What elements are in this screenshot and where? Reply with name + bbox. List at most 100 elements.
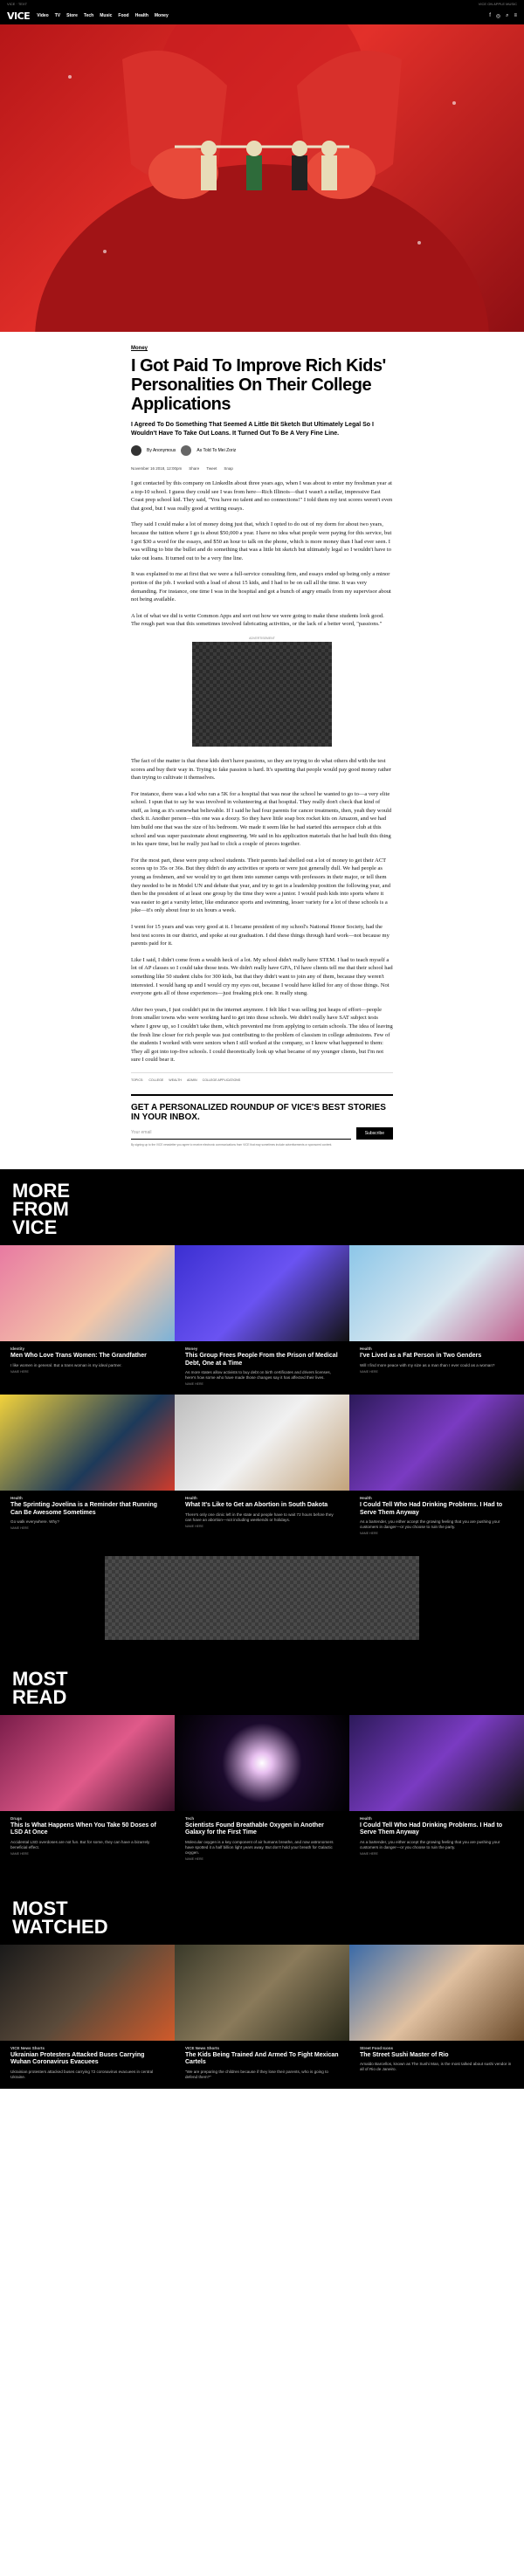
search-icon[interactable]: ⌕ (506, 13, 508, 19)
video-title[interactable]: The Kids Being Trained And Armed To Figh… (175, 2052, 349, 2070)
top-strip-left: VICE · TEXT (7, 1, 28, 6)
illustrator-avatar (181, 445, 192, 456)
article-headline: I Got Paid To Improve Rich Kids' Persona… (131, 356, 386, 414)
paragraph: The fact of the matter is that these kid… (131, 757, 391, 782)
author-name[interactable]: By Anonymous (147, 448, 176, 453)
tweet-button[interactable]: Tweet (206, 466, 217, 471)
story-card[interactable]: Health I've Lived as a Fat Person in Two… (349, 1245, 524, 1395)
share-button[interactable]: Share (189, 466, 199, 471)
story-author: NAME HERE (10, 1526, 29, 1530)
tag[interactable]: COLLEGE (148, 1078, 163, 1082)
story-desc: Will I find more peace with my size as a… (360, 1362, 495, 1367)
article-dek: I Agreed To Do Something That Seemed A L… (131, 422, 374, 437)
video-thumbnail (349, 1944, 524, 2041)
story-title[interactable]: This Is What Happens When You Take 50 Do… (0, 1822, 175, 1840)
author-avatar (131, 445, 141, 456)
nav-link-store[interactable]: Store (66, 13, 78, 18)
paragraph: For the most part, these were prep schoo… (131, 857, 390, 914)
video-thumbnail (175, 1944, 349, 2041)
paragraph: A lot of what we did is write Common App… (131, 612, 384, 628)
facebook-icon[interactable]: f (489, 13, 491, 19)
nav-link-video[interactable]: Video (37, 13, 49, 18)
video-category[interactable]: VICE News Shorts (175, 2041, 349, 2052)
hero-illustration (0, 24, 524, 332)
as-told-to[interactable]: As Told To Mei Zoriz (196, 448, 236, 453)
story-card[interactable]: Health I Could Tell Who Had Drinking Pro… (349, 1395, 524, 1544)
story-card[interactable]: Identity Men Who Love Trans Women: The G… (0, 1245, 175, 1395)
story-image (349, 1245, 524, 1342)
video-title[interactable]: Ukrainian Protesters Attacked Buses Carr… (0, 2052, 175, 2070)
menu-icon[interactable]: ≡ (514, 13, 517, 19)
most-watched-grid: VICE News Shorts Ukrainian Protesters At… (0, 1944, 524, 2082)
article: Money I Got Paid To Improve Rich Kids' P… (131, 332, 393, 1147)
paragraph: Like I said, I didn't come from a wealth… (131, 956, 393, 997)
story-author: NAME HERE (10, 1369, 29, 1374)
story-title[interactable]: I Could Tell Who Had Drinking Problems. … (349, 1502, 524, 1519)
top-strip: VICE · TEXT VICE ON APPLE MUSIC (0, 0, 524, 7)
tag[interactable]: COLLEGE APPLICATIONS (203, 1078, 241, 1082)
nav-link-food[interactable]: Food (118, 13, 128, 18)
story-card[interactable]: Drugs This Is What Happens When You Take… (0, 1714, 175, 1870)
topic-tags: TOPICS: COLLEGE WEALTH ADMIN COLLEGE APP… (131, 1071, 393, 1082)
story-author: NAME HERE (10, 1851, 29, 1856)
nav-link-tv[interactable]: TV (55, 13, 60, 18)
tag[interactable]: WEALTH (169, 1078, 182, 1082)
story-title[interactable]: Men Who Love Trans Women: The Grandfathe… (0, 1353, 175, 1362)
most-read-grid: Drugs This Is What Happens When You Take… (0, 1714, 524, 1870)
snap-button[interactable]: Snap (224, 466, 233, 471)
top-strip-right[interactable]: VICE ON APPLE MUSIC (479, 2, 517, 6)
inline-ad[interactable] (192, 641, 332, 747)
video-category[interactable]: VICE News Shorts (0, 2041, 175, 2052)
story-author: NAME HERE (360, 1531, 378, 1535)
story-category[interactable]: Health (0, 1491, 175, 1502)
nav-link-tech[interactable]: Tech (84, 13, 93, 18)
nav-link-money[interactable]: Money (155, 13, 169, 18)
story-desc: As more states allow activists to buy de… (185, 1370, 331, 1381)
story-category[interactable]: Health (349, 1811, 524, 1822)
article-meta: November 16 2018, 12:00pm Share Tweet Sn… (131, 466, 393, 471)
article-kicker[interactable]: Money (131, 346, 393, 351)
main-nav: VICE Video TV Store Tech Music Food Heal… (0, 7, 524, 24)
story-desc: Accidental LSD overdoses are not fun. Bu… (10, 1839, 150, 1849)
story-category[interactable]: Identity (0, 1341, 175, 1353)
story-category[interactable]: Health (175, 1491, 349, 1502)
video-card[interactable]: VICE News Shorts Ukrainian Protesters At… (0, 1944, 175, 2082)
story-category[interactable]: Health (349, 1341, 524, 1353)
video-category[interactable]: Street Food Icons (349, 2041, 524, 2052)
story-title[interactable]: I Could Tell Who Had Drinking Problems. … (349, 1822, 524, 1840)
story-image (349, 1395, 524, 1491)
story-title[interactable]: The Sprinting Jovelina is a Reminder tha… (0, 1502, 175, 1519)
story-card[interactable]: Money This Group Frees People From the P… (175, 1245, 349, 1395)
story-title[interactable]: This Group Frees People From the Prison … (175, 1353, 349, 1370)
subscribe-button[interactable]: Subscribe (355, 1126, 393, 1140)
story-title[interactable]: I've Lived as a Fat Person in Two Gender… (349, 1353, 524, 1362)
nav-link-health[interactable]: Health (135, 13, 148, 18)
most-watched: MOST WATCHED VICE News Shorts Ukrainian … (0, 1876, 524, 2089)
story-category[interactable]: Money (175, 1341, 349, 1353)
story-card[interactable]: Health The Sprinting Jovelina is a Remin… (0, 1395, 175, 1544)
story-category[interactable]: Health (349, 1491, 524, 1502)
story-title[interactable]: What It's Like to Get an Abortion in Sou… (175, 1502, 349, 1512)
story-card[interactable]: Tech Scientists Found Breathable Oxygen … (175, 1714, 349, 1870)
paragraph: I got contacted by this company on Linke… (131, 480, 393, 512)
story-card[interactable]: Health I Could Tell Who Had Drinking Pro… (349, 1714, 524, 1870)
story-category[interactable]: Drugs (0, 1811, 175, 1822)
video-card[interactable]: Street Food Icons The Street Sushi Maste… (349, 1944, 524, 2082)
story-card[interactable]: Health What It's Like to Get an Abortion… (175, 1395, 349, 1544)
instagram-icon[interactable]: ◎ (496, 13, 500, 19)
display-ad[interactable] (105, 1555, 419, 1640)
most-watched-title: MOST WATCHED (12, 1897, 108, 1938)
story-title[interactable]: Scientists Found Breathable Oxygen in An… (175, 1822, 349, 1840)
email-input[interactable]: Your email (131, 1127, 351, 1140)
vice-logo[interactable]: VICE (7, 10, 31, 22)
story-category[interactable]: Tech (175, 1811, 349, 1822)
paragraph: It was explained to me at first that we … (131, 571, 391, 603)
story-image (0, 1395, 175, 1491)
video-title[interactable]: The Street Sushi Master of Rio (349, 2052, 524, 2062)
story-desc: As a bartender, you either accept the gr… (360, 1839, 500, 1849)
tag[interactable]: ADMIN (187, 1078, 197, 1082)
nav-links: Video TV Store Tech Music Food Health Mo… (37, 13, 169, 18)
video-card[interactable]: VICE News Shorts The Kids Being Trained … (175, 1944, 349, 2082)
story-author: NAME HERE (185, 1524, 203, 1528)
nav-link-music[interactable]: Music (100, 13, 112, 18)
